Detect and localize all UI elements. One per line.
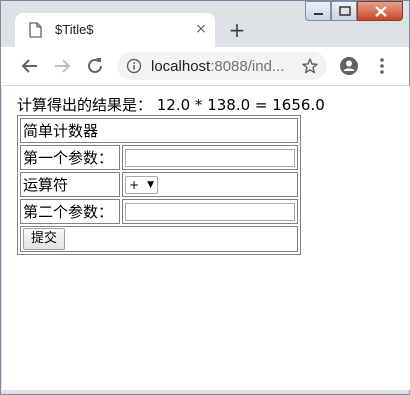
dropdown-arrow-icon: ▼ — [147, 179, 154, 190]
browser-tab[interactable]: $Title$ × — [15, 13, 215, 47]
calculator-form-table: 简单计数器 第一个参数： 运算符 + ▼ 第二个参数： 提交 — [17, 115, 301, 255]
operator-label: 运算符 — [20, 172, 120, 197]
tab-title: $Title$ — [55, 22, 94, 37]
new-tab-button[interactable]: + — [225, 19, 249, 43]
url-text[interactable]: localhost:8088/ind... — [151, 58, 284, 75]
reload-icon[interactable] — [84, 55, 106, 77]
back-arrow-icon[interactable] — [19, 55, 41, 77]
second-param-label: 第二个参数： — [20, 199, 120, 224]
first-param-input[interactable] — [125, 148, 295, 167]
close-button[interactable] — [357, 1, 403, 21]
first-param-cell — [122, 145, 298, 170]
maximize-button[interactable] — [331, 1, 357, 21]
tab-close-icon[interactable]: × — [192, 20, 210, 38]
second-param-cell — [122, 199, 298, 224]
bookmark-star-icon[interactable] — [301, 57, 319, 75]
maximize-icon — [339, 6, 351, 16]
account-icon[interactable] — [338, 55, 360, 77]
second-param-input[interactable] — [125, 202, 295, 221]
info-icon[interactable] — [126, 58, 142, 74]
tab-strip: $Title$ × + — [1, 1, 409, 47]
minimize-icon — [314, 13, 323, 15]
url-host: localhost — [151, 58, 211, 75]
table-title: 简单计数器 — [20, 118, 298, 143]
browser-window: $Title$ × + localhost:8088/ind... 计算得出的结… — [0, 0, 410, 395]
submit-button[interactable]: 提交 — [23, 228, 66, 250]
url-path: :8088/ind... — [210, 58, 285, 75]
submit-cell: 提交 — [20, 226, 298, 252]
first-param-label: 第一个参数： — [20, 145, 120, 170]
result-text: 计算得出的结果是： 12.0 * 138.0 = 1656.0 — [17, 96, 325, 114]
operator-selected-value: + — [129, 177, 140, 192]
forward-arrow-icon[interactable] — [51, 55, 73, 77]
operator-cell: + ▼ — [122, 172, 298, 197]
address-bar[interactable]: localhost:8088/ind... — [117, 52, 327, 80]
page-icon — [29, 22, 42, 38]
browser-toolbar: localhost:8088/ind... — [1, 47, 409, 86]
operator-select[interactable]: + ▼ — [125, 175, 158, 194]
menu-kebab-icon[interactable] — [371, 55, 393, 77]
page-content: 计算得出的结果是： 12.0 * 138.0 = 1656.0 简单计数器 第一… — [2, 86, 410, 390]
close-icon — [375, 6, 387, 17]
minimize-button[interactable] — [305, 1, 331, 21]
